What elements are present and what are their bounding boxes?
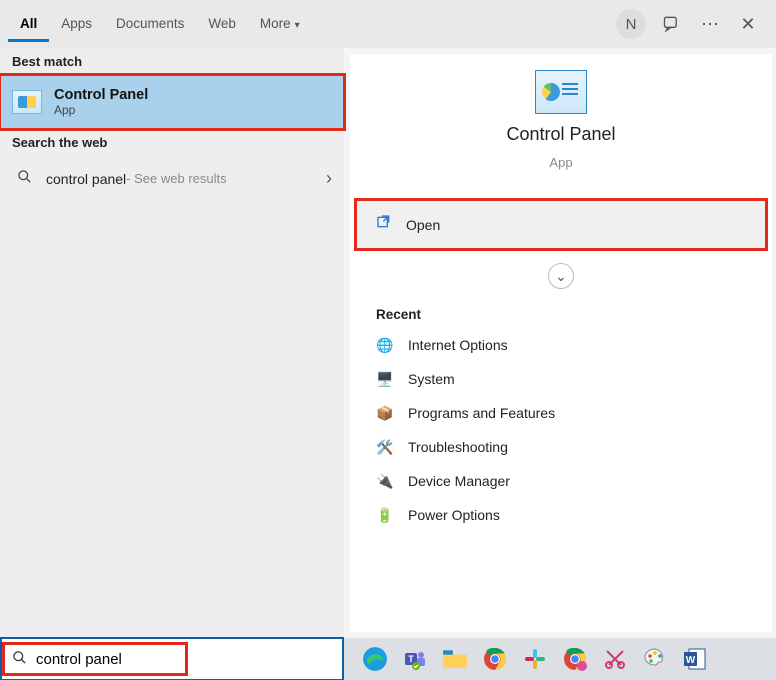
recent-item-label: Internet Options xyxy=(408,337,508,353)
recent-item[interactable]: 🖥️ System xyxy=(350,362,772,396)
svg-text:W: W xyxy=(686,655,696,666)
recent-item[interactable]: 🔌 Device Manager xyxy=(350,464,772,498)
expand-actions-button[interactable]: ⌄ xyxy=(548,263,574,289)
taskbar-app-slack[interactable] xyxy=(520,644,550,674)
tab-more[interactable]: More▾ xyxy=(248,6,312,42)
svg-text:T: T xyxy=(408,654,414,664)
best-match-result[interactable]: Control Panel App xyxy=(0,75,344,129)
best-match-title: Control Panel xyxy=(54,87,148,103)
web-result-suffix: - See web results xyxy=(126,171,226,186)
web-result-row[interactable]: control panel - See web results › xyxy=(0,156,344,201)
control-panel-icon xyxy=(12,90,42,114)
taskbar-search[interactable] xyxy=(2,639,342,679)
feedback-icon[interactable] xyxy=(660,12,684,36)
taskbar-app-snip[interactable] xyxy=(600,644,630,674)
close-icon[interactable]: ✕ xyxy=(736,12,760,36)
taskbar-app-chrome[interactable] xyxy=(480,644,510,674)
details-subtitle: App xyxy=(549,155,572,170)
recent-item-icon: 🖥️ xyxy=(376,370,394,388)
recent-item-icon: 🛠️ xyxy=(376,438,394,456)
details-pane: Control Panel App Open ⌄ Recent 🌐 Interne… xyxy=(350,54,772,632)
tab-all[interactable]: All xyxy=(8,6,49,42)
chevron-right-icon: › xyxy=(326,168,332,189)
recent-item-label: System xyxy=(408,371,455,387)
search-web-heading: Search the web xyxy=(0,129,344,156)
more-options-icon[interactable]: ⋯ xyxy=(698,12,722,36)
best-match-heading: Best match xyxy=(0,48,344,75)
recent-item-icon: 🔌 xyxy=(376,472,394,490)
search-icon xyxy=(2,650,36,669)
recent-item-icon: 🌐 xyxy=(376,336,394,354)
recent-item[interactable]: 🌐 Internet Options xyxy=(350,328,772,362)
search-icon xyxy=(12,169,36,188)
filter-tabs: All Apps Documents Web More▾ N ⋯ ✕ xyxy=(0,0,776,48)
tab-apps[interactable]: Apps xyxy=(49,6,104,42)
recent-item[interactable]: 🔋 Power Options xyxy=(350,498,772,532)
search-input[interactable] xyxy=(36,642,186,676)
recent-item-label: Programs and Features xyxy=(408,405,555,421)
taskbar-app-word[interactable]: W xyxy=(680,644,710,674)
recent-item-label: Power Options xyxy=(408,507,500,523)
control-panel-large-icon xyxy=(535,70,587,114)
tab-documents[interactable]: Documents xyxy=(104,6,196,42)
tab-web[interactable]: Web xyxy=(196,6,248,42)
user-avatar[interactable]: N xyxy=(616,9,646,39)
taskbar-app-paint[interactable] xyxy=(640,644,670,674)
web-result-query: control panel xyxy=(46,171,126,187)
details-title: Control Panel xyxy=(506,124,615,145)
recent-item-icon: 📦 xyxy=(376,404,394,422)
best-match-subtitle: App xyxy=(54,103,148,117)
open-action[interactable]: Open xyxy=(356,200,766,249)
results-list: Best match Control Panel App Search the … xyxy=(0,48,344,638)
recent-item[interactable]: 🛠️ Troubleshooting xyxy=(350,430,772,464)
recent-heading: Recent xyxy=(350,289,772,328)
recent-item-icon: 🔋 xyxy=(376,506,394,524)
taskbar-app-edge[interactable] xyxy=(360,644,390,674)
recent-item-label: Device Manager xyxy=(408,473,510,489)
chevron-down-icon: ▾ xyxy=(295,20,300,31)
taskbar-app-explorer[interactable] xyxy=(440,644,470,674)
taskbar-app-chrome-2[interactable] xyxy=(560,644,590,674)
taskbar-app-teams[interactable]: T xyxy=(400,644,430,674)
open-icon xyxy=(376,214,392,235)
taskbar: T W xyxy=(0,638,776,680)
recent-item-label: Troubleshooting xyxy=(408,439,508,455)
recent-item[interactable]: 📦 Programs and Features xyxy=(350,396,772,430)
open-label: Open xyxy=(406,217,440,233)
